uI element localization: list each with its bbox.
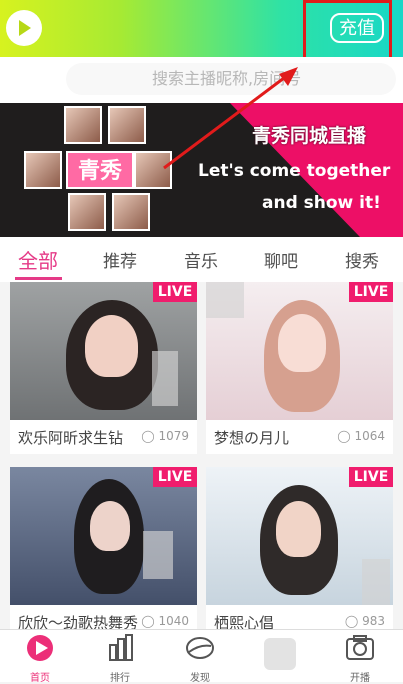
viewer-count-value: 1079 xyxy=(158,429,189,443)
play-icon xyxy=(19,20,31,36)
stream-thumbnail xyxy=(206,467,393,605)
nav-label: 开播 xyxy=(350,673,370,684)
tab-all[interactable]: 全部 xyxy=(18,245,58,274)
ranking-icon xyxy=(109,634,133,661)
category-tabs: 全部 推荐 音乐 聊吧 搜秀 xyxy=(0,237,403,282)
nav-discover[interactable]: 发现 xyxy=(160,630,240,684)
blur-overlay xyxy=(143,531,173,579)
banner-title: 青秀同城直播 xyxy=(252,125,367,147)
discover-icon xyxy=(186,637,214,659)
nav-start-live[interactable]: 开播 xyxy=(320,630,400,684)
banner-photo xyxy=(24,151,62,189)
nav-home[interactable]: 首页 xyxy=(0,630,80,684)
search-input[interactable]: 搜索主播昵称,房间号 xyxy=(66,63,396,95)
viewer-count-value: 983 xyxy=(362,614,385,628)
stream-thumbnail xyxy=(10,282,197,420)
banner-photo xyxy=(64,106,102,144)
camera-icon xyxy=(346,635,374,660)
nav-label: 首页 xyxy=(30,673,50,684)
banner-line-1: Let's come together xyxy=(198,161,391,181)
banner-photo xyxy=(68,193,106,231)
live-badge: LIVE xyxy=(349,282,393,302)
banner-line-2: and show it! xyxy=(262,193,381,213)
nav-ranking[interactable]: 排行 xyxy=(80,630,160,684)
viewer-count-value: 1064 xyxy=(354,429,385,443)
banner-photo xyxy=(134,151,172,189)
banner-photo xyxy=(112,193,150,231)
viewer-count: ◯ 1079 xyxy=(141,429,189,443)
tab-search-show[interactable]: 搜秀 xyxy=(345,247,379,272)
home-icon xyxy=(27,635,53,661)
viewer-count-value: 1040 xyxy=(158,614,189,628)
card-title: 梦想の月儿 xyxy=(214,429,290,447)
streamer-face xyxy=(276,501,321,557)
blur-overlay xyxy=(206,282,244,318)
live-card[interactable]: LIVE 梦想の月儿 ◯ 1064 xyxy=(206,282,393,454)
blur-overlay xyxy=(152,351,178,406)
banner-photo xyxy=(108,106,146,144)
streamer-face xyxy=(278,314,326,372)
blur-overlay xyxy=(362,559,390,605)
live-badge: LIVE xyxy=(153,467,197,487)
bottom-navigation: 首页 排行 发现 开播 xyxy=(0,629,403,684)
nav-label: 发现 xyxy=(190,673,210,684)
active-tab-indicator xyxy=(15,277,62,280)
banner-brand: 青秀 xyxy=(66,151,134,189)
nav-label: 排行 xyxy=(110,673,130,684)
viewer-count: ◯ 983 xyxy=(344,614,385,628)
streamer-face xyxy=(90,501,130,551)
tab-recommended[interactable]: 推荐 xyxy=(103,247,137,272)
viewer-count: ◯ 1064 xyxy=(337,429,385,443)
live-badge: LIVE xyxy=(153,282,197,302)
stream-thumbnail xyxy=(10,467,197,605)
live-card[interactable]: LIVE 栖熙心倡 ◯ 983 xyxy=(206,467,393,639)
nav-middle-obscured[interactable] xyxy=(240,630,320,682)
streamer-face xyxy=(85,315,138,377)
tab-chat[interactable]: 聊吧 xyxy=(264,247,298,272)
promo-banner[interactable]: 青秀 青秀同城直播 Let's come together and show i… xyxy=(0,103,403,237)
stream-thumbnail xyxy=(206,282,393,420)
tab-music[interactable]: 音乐 xyxy=(184,247,218,272)
live-badge: LIVE xyxy=(349,467,393,487)
live-card[interactable]: LIVE 欣欣～劲歌热舞秀 ◯ 1040 xyxy=(10,467,197,639)
search-bar: 搜索主播昵称,房间号 xyxy=(0,57,403,103)
live-card[interactable]: LIVE 欢乐阿昕求生钻 ◯ 1079 xyxy=(10,282,197,454)
card-title: 欢乐阿昕求生钻 xyxy=(18,429,124,447)
blur-overlay xyxy=(264,638,296,670)
top-bar: 充值 xyxy=(0,0,403,66)
app-logo[interactable] xyxy=(6,10,42,46)
viewer-count: ◯ 1040 xyxy=(141,614,189,628)
